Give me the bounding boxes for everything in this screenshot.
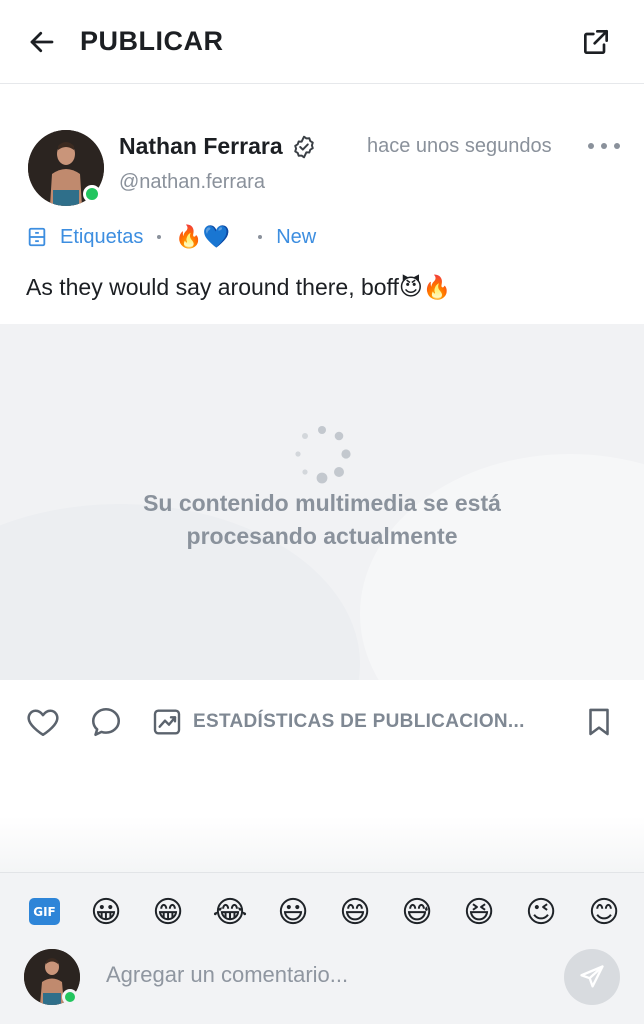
- back-button[interactable]: [24, 24, 60, 60]
- more-options-button[interactable]: [588, 136, 620, 156]
- processing-message: Su contenido multimedia se está procesan…: [143, 490, 501, 549]
- share-button[interactable]: [578, 24, 614, 60]
- loading-spinner-icon: [295, 426, 351, 484]
- separator-dot: [157, 235, 162, 239]
- media-processing-area: Su contenido multimedia se está procesan…: [0, 324, 644, 680]
- comment-input[interactable]: [106, 955, 536, 995]
- author-avatar[interactable]: [28, 130, 104, 206]
- post-text: As they would say around there, boff😈🔥: [26, 274, 452, 300]
- send-icon: [580, 965, 604, 988]
- page-title: PUBLICAR: [80, 26, 224, 56]
- post-statistics-label: ESTADÍSTICAS DE PUBLICACION...: [193, 711, 525, 732]
- author-handle[interactable]: @nathan.ferrara: [119, 170, 265, 194]
- emoji-sweat-smile-button[interactable]: 😅: [397, 893, 437, 933]
- separator-dot: [258, 235, 263, 239]
- dot-icon: [614, 143, 620, 149]
- author-name[interactable]: Nathan Ferrara: [119, 132, 283, 160]
- tags-link[interactable]: Etiquetas: [60, 226, 143, 249]
- post-timestamp: hace unos segundos: [367, 135, 552, 157]
- tags-row: Etiquetas 🔥💙 New: [26, 224, 316, 250]
- emoji-beaming-button[interactable]: 😁: [148, 893, 188, 933]
- heart-icon: [27, 709, 59, 737]
- commenter-avatar: [24, 949, 82, 1007]
- emoji-wink-button[interactable]: 😉: [521, 893, 561, 933]
- verified-badge-icon: [294, 135, 314, 159]
- gif-button[interactable]: GIF: [29, 898, 60, 925]
- emoji-laughing-button[interactable]: 😆: [459, 893, 499, 933]
- online-status-dot: [62, 989, 78, 1005]
- dot-icon: [588, 143, 594, 149]
- emoji-blush-button[interactable]: 😊: [584, 893, 624, 933]
- post-header: Nathan Ferrara hace unos segundos @natha…: [0, 84, 644, 324]
- tag-emojis: 🔥💙: [175, 224, 231, 249]
- emoji-smile-button[interactable]: 😄: [335, 893, 375, 933]
- top-bar: PUBLICAR: [0, 0, 644, 84]
- emoji-grinning-button[interactable]: 😀: [86, 893, 126, 933]
- like-button[interactable]: [25, 704, 61, 740]
- bookmark-icon: [589, 708, 609, 736]
- arrow-left-icon: [30, 31, 54, 53]
- quick-emoji-bar: GIF 😀 😁 😂 😃 😄 😅 😆 😉 😊: [0, 891, 644, 933]
- dot-icon: [601, 143, 607, 149]
- post-actions-bar: ESTADÍSTICAS DE PUBLICACION...: [0, 680, 644, 760]
- comment-bubble-icon: [91, 707, 121, 737]
- empty-comments-area: [0, 760, 644, 872]
- post-statistics-button[interactable]: ESTADÍSTICAS DE PUBLICACION...: [151, 704, 525, 740]
- bookmark-button[interactable]: [582, 704, 616, 740]
- drawer-icon: [28, 227, 46, 247]
- emoji-smiley-button[interactable]: 😃: [273, 893, 313, 933]
- emoji-joy-button[interactable]: 😂: [210, 893, 250, 933]
- comment-composer: GIF 😀 😁 😂 😃 😄 😅 😆 😉 😊: [0, 872, 644, 1024]
- send-button[interactable]: [564, 949, 620, 1005]
- online-status-dot: [83, 185, 101, 203]
- comment-button[interactable]: [88, 704, 124, 740]
- new-tag-link[interactable]: New: [276, 226, 316, 249]
- chart-icon: [153, 709, 181, 735]
- share-icon: [584, 30, 608, 54]
